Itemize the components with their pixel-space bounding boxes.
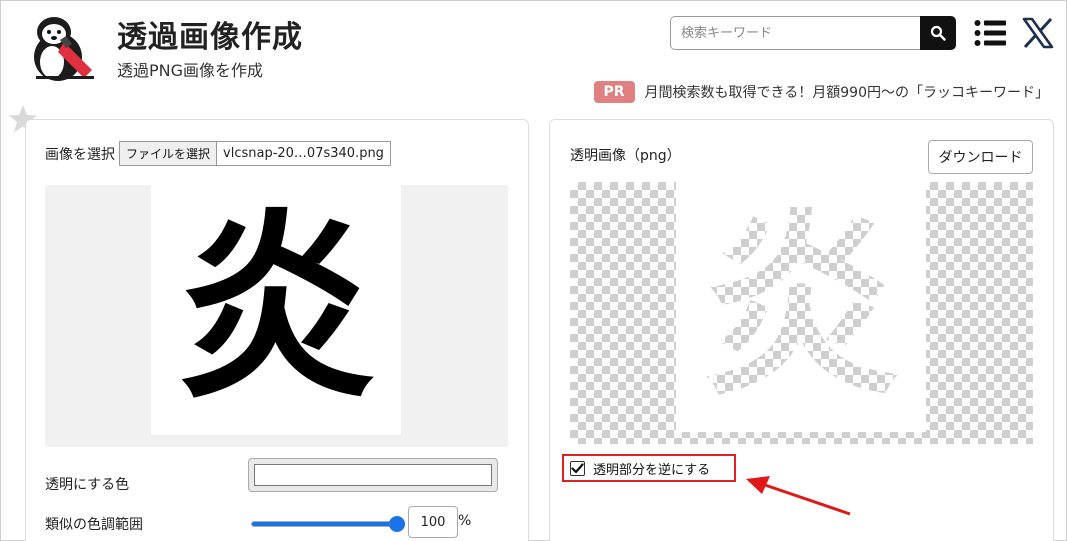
- download-button[interactable]: ダウンロード: [928, 140, 1033, 174]
- menu-icon[interactable]: [974, 19, 1006, 47]
- sea-otter-logo-icon[interactable]: [28, 12, 100, 82]
- red-arrow-annotation: [746, 476, 851, 516]
- input-panel: 画像を選択 ファイルを選択 vlcsnap-20…07s340.png 炎 透明…: [25, 119, 529, 541]
- search-icon: [930, 25, 946, 41]
- checkmark-icon: [571, 462, 584, 473]
- pr-badge: PR: [593, 81, 635, 103]
- output-image: 炎: [676, 182, 926, 432]
- search-box: [670, 16, 956, 50]
- site-subtitle: 透過PNG画像を作成: [117, 61, 264, 80]
- pr-text[interactable]: 月間検索数も取得できる！月額990円〜の「ラッコキーワード」: [645, 82, 1049, 102]
- pr-ad-link[interactable]: PR 月間検索数も取得できる！月額990円〜の「ラッコキーワード」: [593, 81, 1049, 103]
- search-button[interactable]: [920, 16, 956, 50]
- transparent-color-picker[interactable]: [248, 458, 498, 492]
- percent-unit: %: [458, 513, 472, 529]
- x-logo-icon[interactable]: [1021, 16, 1055, 50]
- similar-range-slider[interactable]: [251, 516, 405, 532]
- file-select-row: 画像を選択 ファイルを選択 vlcsnap-20…07s340.png: [45, 141, 391, 166]
- selected-file-name: vlcsnap-20…07s340.png: [223, 146, 384, 161]
- file-select-label: 画像を選択: [45, 146, 115, 163]
- source-image: 炎: [151, 185, 401, 435]
- transparent-image-preview: 炎: [570, 182, 1033, 444]
- invert-label: 透明部分を逆にする: [593, 462, 711, 478]
- slider-fill: [252, 522, 397, 526]
- search-input[interactable]: [670, 16, 920, 50]
- slider-thumb[interactable]: [389, 516, 405, 532]
- source-image-preview: 炎: [45, 185, 508, 447]
- invert-transparency-option[interactable]: 透明部分を逆にする: [562, 454, 736, 482]
- color-swatch: [254, 464, 492, 486]
- output-kanji: 炎: [700, 190, 901, 423]
- choose-file-button[interactable]: ファイルを選択: [120, 142, 218, 165]
- similar-range-label: 類似の色調範囲: [45, 517, 143, 533]
- output-title: 透明画像（png）: [570, 148, 681, 164]
- file-input[interactable]: ファイルを選択 vlcsnap-20…07s340.png: [119, 141, 391, 166]
- invert-checkbox[interactable]: [570, 460, 585, 476]
- transparent-color-label: 透明にする色: [45, 477, 130, 493]
- similar-range-input[interactable]: [408, 506, 458, 538]
- source-kanji: 炎: [175, 193, 376, 426]
- site-title[interactable]: 透過画像作成: [117, 12, 303, 56]
